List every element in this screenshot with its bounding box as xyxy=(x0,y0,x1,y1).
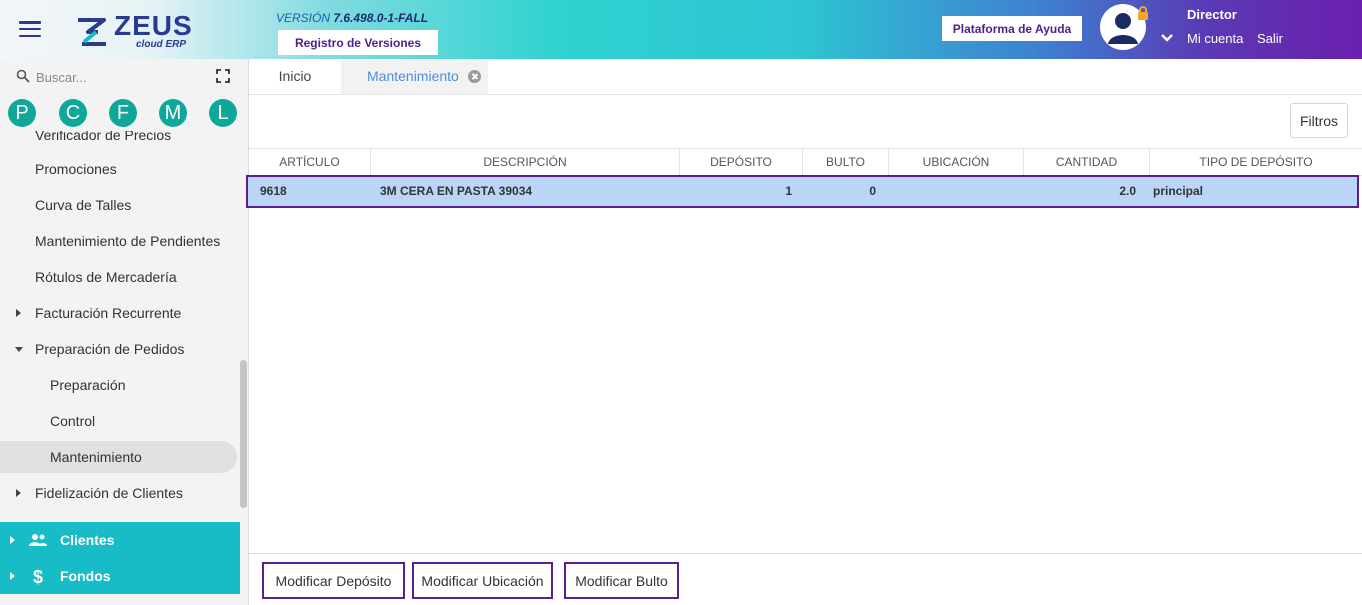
people-icon xyxy=(29,534,47,546)
search-input[interactable] xyxy=(36,67,196,87)
version-value: 7.6.498.0-1-FALL xyxy=(333,11,429,25)
search-icon xyxy=(16,69,30,83)
column-header-articulo[interactable]: ARTÍCULO xyxy=(249,149,371,175)
letter-m-button[interactable]: M xyxy=(159,99,187,127)
caret-right-icon xyxy=(16,309,21,317)
sidebar: P C F M L Verificador de Precios Promoci… xyxy=(0,59,249,605)
sidebar-item-label: Mantenimiento xyxy=(50,449,142,465)
column-header-ubicacion[interactable]: UBICACIÓN xyxy=(889,149,1024,175)
caret-right-icon xyxy=(10,572,15,580)
filtros-button[interactable]: Filtros xyxy=(1290,103,1348,138)
mi-cuenta-link[interactable]: Mi cuenta xyxy=(1187,31,1243,46)
letter-f-button[interactable]: F xyxy=(109,99,137,127)
sidebar-section-label: Clientes xyxy=(60,532,115,548)
sidebar-item-mantenimiento[interactable]: Mantenimiento xyxy=(0,441,237,473)
sidebar-item-preparacion[interactable]: Preparación xyxy=(0,369,237,401)
sidebar-item-label: Facturación Recurrente xyxy=(35,305,182,321)
version-label: VERSIÓN xyxy=(276,11,331,25)
fullscreen-icon[interactable] xyxy=(216,69,230,83)
sidebar-item-control[interactable]: Control xyxy=(0,405,237,437)
sidebar-item-mantenimiento-pendientes[interactable]: Mantenimiento de Pendientes xyxy=(0,225,237,257)
sidebar-menu: Verificador de Precios Promociones Curva… xyxy=(0,131,248,521)
tab-label: Mantenimiento xyxy=(367,68,459,84)
sidebar-item-label: Preparación de Pedidos xyxy=(35,341,185,357)
column-header-cantidad[interactable]: CANTIDAD xyxy=(1024,149,1150,175)
tab-mantenimiento[interactable]: Mantenimiento xyxy=(341,59,488,94)
footer-divider xyxy=(249,553,1362,554)
modificar-bulto-button[interactable]: Modificar Bulto xyxy=(564,562,679,599)
cell-descripcion: 3M CERA EN PASTA 39034 xyxy=(380,184,533,198)
column-header-descripcion[interactable]: DESCRIPCIÓN xyxy=(371,149,680,175)
app-header: ZEUS cloud ERP VERSIÓN 7.6.498.0-1-FALL … xyxy=(0,0,1362,59)
sidebar-item-curva-talles[interactable]: Curva de Talles xyxy=(0,189,237,221)
zeus-logo[interactable]: ZEUS cloud ERP xyxy=(74,10,194,52)
cell-tipo-deposito: principal xyxy=(1153,184,1204,198)
sidebar-item-verificador-precios[interactable]: Verificador de Precios xyxy=(0,131,237,151)
letter-l-button[interactable]: L xyxy=(209,99,237,127)
version-info: VERSIÓN 7.6.498.0-1-FALL xyxy=(276,11,428,25)
cell-bulto: 0 xyxy=(869,184,876,198)
cell-deposito: 1 xyxy=(785,184,792,198)
sidebar-search xyxy=(0,59,248,95)
caret-right-icon xyxy=(16,489,21,497)
table-header: ARTÍCULO DESCRIPCIÓN DEPÓSITO BULTO UBIC… xyxy=(249,148,1362,176)
sidebar-item-label: Fidelización de Clientes xyxy=(35,485,183,501)
sidebar-section-fondos[interactable]: $ Fondos xyxy=(0,558,240,594)
sidebar-section-label: Fondos xyxy=(60,568,111,584)
sidebar-item-label: Curva de Talles xyxy=(35,197,132,213)
alphabet-filter: P C F M L xyxy=(0,99,248,129)
caret-down-icon xyxy=(15,347,23,352)
logo-text: ZEUS xyxy=(114,10,193,41)
column-header-deposito[interactable]: DEPÓSITO xyxy=(680,149,803,175)
modificar-deposito-button[interactable]: Modificar Depósito xyxy=(262,562,405,599)
caret-right-icon xyxy=(10,536,15,544)
zeus-logo-mark-icon xyxy=(78,18,106,46)
registro-versiones-button[interactable]: Registro de Versiones xyxy=(278,30,438,55)
column-header-tipo-deposito[interactable]: TIPO DE DEPÓSITO xyxy=(1150,149,1362,175)
lock-icon xyxy=(1138,6,1148,20)
sidebar-section-clientes[interactable]: Clientes xyxy=(0,522,240,558)
logo-subtitle: cloud ERP xyxy=(136,39,187,50)
chevron-down-icon[interactable] xyxy=(1160,33,1174,43)
sidebar-item-label: Mantenimiento de Pendientes xyxy=(35,233,221,249)
sidebar-item-label: Verificador de Precios xyxy=(35,131,172,143)
sidebar-item-label: Rótulos de Mercadería xyxy=(35,269,177,285)
user-role: Director xyxy=(1187,7,1237,22)
modificar-ubicacion-button[interactable]: Modificar Ubicación xyxy=(412,562,553,599)
sidebar-item-facturacion-recurrente[interactable]: Facturación Recurrente xyxy=(0,297,237,329)
sidebar-item-label: Preparación xyxy=(50,377,126,393)
cell-articulo: 9618 xyxy=(260,184,287,198)
sidebar-item-label: Promociones xyxy=(35,161,117,177)
plataforma-ayuda-button[interactable]: Plataforma de Ayuda xyxy=(942,16,1082,41)
table-row[interactable]: 9618 3M CERA EN PASTA 39034 1 0 2.0 prin… xyxy=(246,175,1359,208)
tab-bar: Inicio Mantenimiento xyxy=(249,59,1362,95)
hamburger-menu-icon[interactable] xyxy=(19,21,41,37)
sidebar-item-preparacion-pedidos[interactable]: Preparación de Pedidos xyxy=(0,333,237,365)
cell-ubicacion xyxy=(893,177,1013,206)
letter-p-button[interactable]: P xyxy=(8,99,36,127)
sidebar-scrollbar[interactable] xyxy=(240,360,247,508)
sidebar-item-label: Control xyxy=(50,413,96,429)
dollar-icon: $ xyxy=(33,567,43,585)
close-icon[interactable] xyxy=(468,70,481,83)
cell-cantidad: 2.0 xyxy=(1119,184,1136,198)
salir-link[interactable]: Salir xyxy=(1257,31,1283,46)
svg-text:$: $ xyxy=(33,567,43,585)
letter-c-button[interactable]: C xyxy=(59,99,87,127)
sidebar-item-promociones[interactable]: Promociones xyxy=(0,153,237,185)
tab-inicio[interactable]: Inicio xyxy=(249,59,341,94)
sidebar-item-fidelizacion-clientes[interactable]: Fidelización de Clientes xyxy=(0,477,237,509)
column-header-bulto[interactable]: BULTO xyxy=(803,149,889,175)
sidebar-item-rotulos-mercaderia[interactable]: Rótulos de Mercadería xyxy=(0,261,237,293)
